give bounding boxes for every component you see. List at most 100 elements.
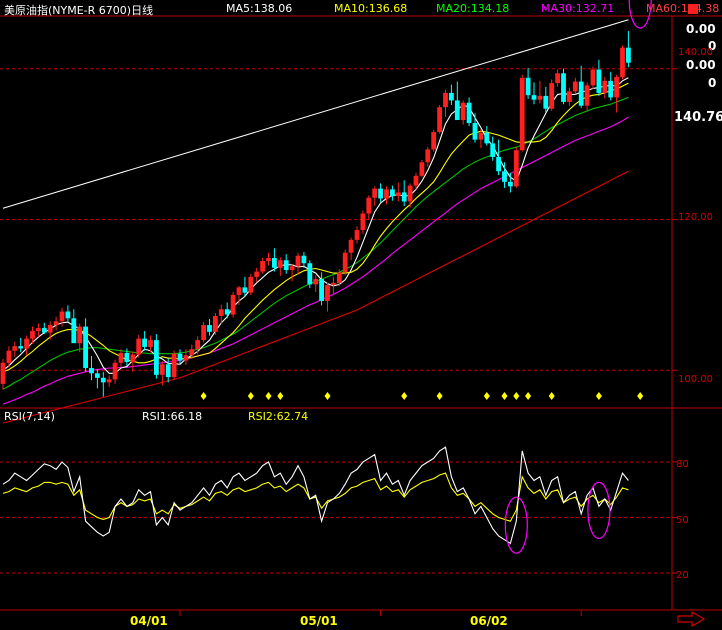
candle-body: [236, 287, 242, 295]
candle-body: [608, 80, 614, 98]
candle-body: [124, 352, 130, 363]
candle-body: [584, 85, 590, 106]
candle-body: [260, 261, 265, 272]
candle-body: [472, 123, 478, 140]
candle-body: [47, 325, 53, 333]
candle-body: [319, 279, 324, 301]
candle-body: [543, 95, 549, 109]
side-value-1: 0.00: [686, 22, 716, 36]
rsi1-legend: RSI1:66.18: [142, 410, 203, 423]
candle-body: [283, 260, 289, 271]
signal-marker-icon: [247, 392, 254, 400]
candle-body: [425, 149, 431, 163]
candle-body: [254, 271, 260, 277]
signal-marker-icon: [401, 392, 408, 400]
candle-body: [561, 73, 566, 102]
candle-body: [100, 377, 106, 383]
candle-body: [431, 132, 437, 150]
candle-body: [71, 318, 77, 344]
rsi-highlight-ellipse: [504, 496, 528, 554]
rsi-tick-20: 20: [676, 570, 689, 581]
candle-body: [207, 325, 212, 332]
side-value-3: 0.00: [686, 58, 716, 72]
price-tick-100: 100.00: [678, 374, 713, 385]
date-label-0602: 06/02: [470, 614, 508, 628]
candlestick-chart: [0, 0, 722, 616]
candle-body: [6, 350, 12, 363]
candle-body: [77, 326, 83, 344]
candle-body: [567, 91, 572, 102]
candle-body: [354, 230, 360, 240]
candle-body: [83, 326, 88, 369]
current-price: 140.76: [674, 110, 722, 125]
candle-body: [395, 192, 401, 197]
candle-body: [401, 192, 407, 202]
candle-body: [490, 143, 496, 157]
candle-body: [342, 252, 348, 273]
candle-body: [549, 83, 555, 109]
rsi-tick-50: 50: [676, 515, 689, 526]
candle-body: [313, 279, 319, 285]
candle-body: [53, 321, 59, 326]
candle-body: [224, 309, 230, 315]
candle-body: [372, 188, 378, 198]
ma30-legend: MA30:132.71: [541, 2, 615, 15]
candle-body: [95, 373, 100, 378]
candle-body: [578, 81, 584, 106]
candle-body: [36, 328, 41, 332]
date-label-0501: 05/01: [300, 614, 338, 628]
signal-marker-icon: [436, 392, 443, 400]
candle-body: [289, 266, 295, 271]
candle-body: [502, 171, 507, 182]
candle-body: [460, 102, 466, 121]
ma5-legend: MA5:138.06: [226, 2, 293, 15]
candle-body: [508, 181, 513, 187]
candle-body: [230, 294, 236, 315]
ma20-legend: MA20:134.18: [436, 2, 510, 15]
signal-marker-icon: [265, 392, 272, 400]
ma60-legend: MA60:124.38: [646, 2, 720, 15]
signal-marker-icon: [525, 392, 532, 400]
signal-marker-icon: [483, 392, 490, 400]
signal-marker-icon: [324, 392, 331, 400]
candle-body: [41, 328, 47, 333]
signal-marker-icon: [548, 392, 555, 400]
candle-body: [348, 239, 354, 253]
candle-body: [30, 331, 35, 339]
candle-body: [407, 185, 413, 202]
candle-body: [242, 287, 248, 293]
ma10-legend: MA10:136.68: [334, 2, 408, 15]
candle-body: [118, 352, 124, 363]
ma10-line: [2, 82, 629, 373]
rsi-label: RSI(7,14): [4, 410, 55, 423]
candle-body: [366, 197, 372, 214]
candle-body: [590, 69, 596, 86]
candle-body: [384, 189, 389, 199]
side-value-4: 0: [708, 76, 717, 90]
candle-body: [130, 354, 136, 363]
signal-marker-icon: [513, 392, 520, 400]
candle-body: [301, 255, 307, 264]
candle-body: [59, 311, 65, 322]
candle-body: [513, 150, 519, 187]
scroll-right-icon[interactable]: [676, 611, 706, 627]
candle-body: [65, 311, 71, 319]
candle-body: [602, 80, 608, 93]
candle-body: [248, 276, 254, 293]
candle-body: [596, 69, 602, 93]
candle-body: [136, 338, 142, 355]
candle-body: [177, 353, 183, 361]
candle-body: [154, 340, 159, 375]
candle-body: [201, 325, 206, 341]
candle-body: [413, 175, 419, 186]
candle-body: [189, 349, 195, 356]
candle-body: [295, 255, 301, 267]
candle-body: [183, 355, 189, 361]
candle-body: [360, 213, 366, 231]
trend-line: [2, 19, 629, 209]
candle-body: [213, 316, 218, 332]
candle-body: [89, 368, 94, 374]
price-tick-120: 120.00: [678, 212, 713, 223]
candle-body: [325, 285, 330, 301]
signal-marker-icon: [501, 392, 508, 400]
